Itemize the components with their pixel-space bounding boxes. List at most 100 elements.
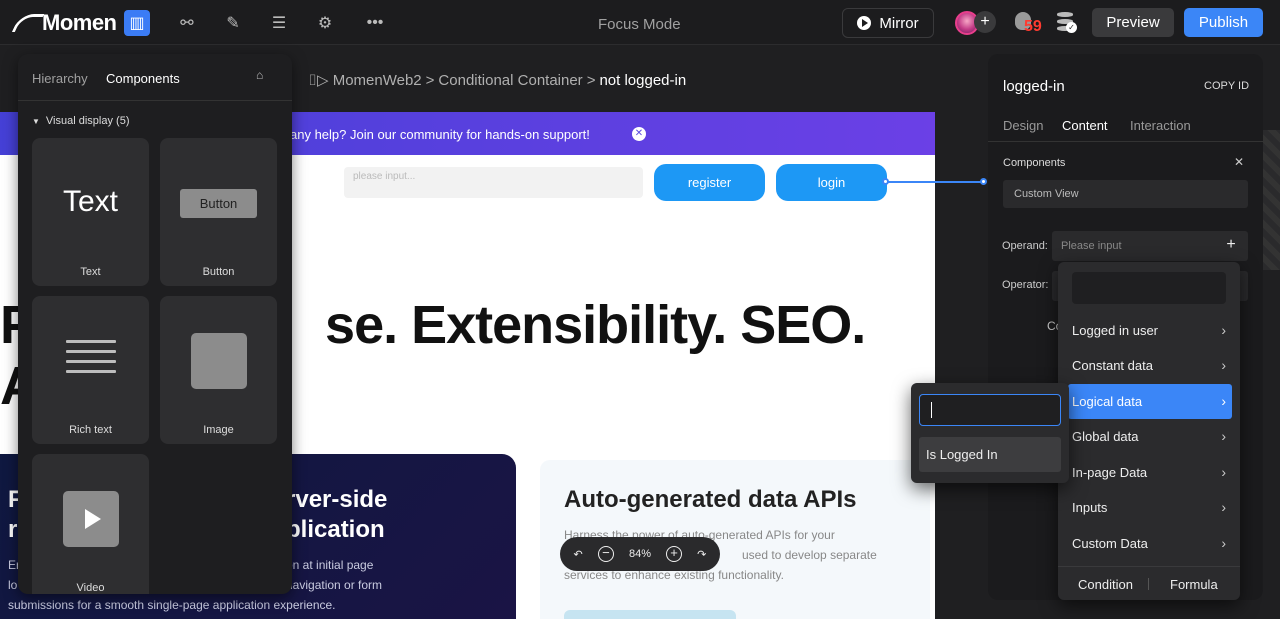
component-image[interactable]: Image <box>160 296 277 444</box>
caret-down-icon: ▼ <box>32 117 40 126</box>
image-icon <box>191 333 247 389</box>
chevron-right-icon: › <box>1221 464 1226 480</box>
card-body: on at initial page <box>286 558 374 572</box>
zoom-out-icon[interactable]: − <box>597 546 614 562</box>
logo-text: Momen <box>42 10 117 35</box>
chevron-right-icon: › <box>1221 357 1226 373</box>
component-label: Rich text <box>69 424 112 436</box>
card-body: submissions for a smooth single-page app… <box>8 598 336 612</box>
preview-button[interactable]: Preview <box>1092 8 1174 37</box>
breadcrumb-current[interactable]: not logged-in <box>599 72 686 89</box>
gear-icon[interactable]: ⚙ <box>312 10 338 36</box>
menu-item-is-logged-in[interactable]: Is Logged In <box>919 437 1061 472</box>
condition-tab[interactable]: Condition <box>1078 577 1133 592</box>
menu-item-logical-data[interactable]: Logical data › <box>1068 384 1232 419</box>
card-title: plication <box>286 516 385 543</box>
button-preview: Button <box>180 189 257 218</box>
add-collaborator-icon[interactable]: + <box>974 11 996 33</box>
copy-id-button[interactable]: COPY ID <box>1204 80 1249 92</box>
logical-data-submenu: Is Logged In <box>911 383 1069 483</box>
binding-connector <box>886 181 984 183</box>
component-button[interactable]: Button Button <box>160 138 277 286</box>
plugin-icon[interactable]: ✎ <box>220 10 246 36</box>
property-tabs: Design Content Interaction <box>988 114 1263 142</box>
text-preview: Text <box>62 185 119 218</box>
logo-swoosh-icon <box>11 14 45 32</box>
menu-item-in-page-data[interactable]: In-page Data › <box>1058 455 1240 490</box>
tab-design[interactable]: Design <box>1003 118 1043 133</box>
check-icon: ✓ <box>1066 22 1077 33</box>
data-icon[interactable]: ☰ <box>266 10 292 36</box>
register-button[interactable]: register <box>654 164 765 201</box>
search-input[interactable]: please input... <box>344 167 643 198</box>
chevron-right-icon: › <box>1221 499 1226 515</box>
chevron-right-icon: › <box>1221 322 1226 338</box>
custom-view-select[interactable]: Custom View <box>1003 180 1248 208</box>
publish-button[interactable]: Publish <box>1184 8 1263 37</box>
component-icon: ⌷▷ <box>308 72 329 89</box>
card-title: r <box>8 516 18 543</box>
connector-start-dot <box>882 178 889 185</box>
components-panel: Hierarchy Components ⌂ ▼ Visual display (… <box>18 54 292 594</box>
chevron-right-icon: › <box>1221 535 1226 551</box>
breadcrumb-item[interactable]: MomenWeb2 <box>333 72 422 89</box>
tab-content[interactable]: Content <box>1062 118 1108 133</box>
add-icon[interactable]: + <box>1224 237 1238 253</box>
menu-item-logged-in-user[interactable]: Logged in user › <box>1058 313 1240 348</box>
menu-item-inputs[interactable]: Inputs › <box>1058 490 1240 525</box>
app-logo[interactable]: Momen <box>11 10 117 36</box>
layout-icon[interactable]: ▥ <box>124 10 150 36</box>
tab-hierarchy[interactable]: Hierarchy <box>32 71 88 86</box>
chevron-right-icon: › <box>1221 428 1226 444</box>
hero-heading-main: se. Extensibility. SEO. <box>325 295 866 355</box>
operand-input[interactable]: Please input <box>1052 231 1248 261</box>
text-caret <box>931 402 932 418</box>
close-icon[interactable]: ✕ <box>632 127 646 141</box>
breadcrumb: ⌷▷ MomenWeb2 > Conditional Container > not l… <box>308 72 687 89</box>
component-text[interactable]: Text Text <box>32 138 149 286</box>
components-label: Components <box>1003 157 1066 169</box>
focus-mode-label[interactable]: Focus Mode <box>598 16 681 33</box>
tab-components[interactable]: Components <box>106 71 180 86</box>
redo-icon[interactable]: ↷ <box>697 548 706 561</box>
component-label: Video <box>76 582 105 594</box>
component-label: Button <box>202 266 235 278</box>
app-root: Momen ▥ ⚯ ✎ ☰ ⚙ ••• Focus Mode Mirror + … <box>0 0 1280 619</box>
component-rich-text[interactable]: Rich text <box>32 296 149 444</box>
top-bar: Momen ▥ ⚯ ✎ ☰ ⚙ ••• Focus Mode Mirror + … <box>0 0 1280 45</box>
chevron-right-icon: › <box>1221 393 1226 409</box>
tree-icon[interactable]: ⚯ <box>174 10 200 36</box>
card-cta-bar[interactable] <box>564 610 736 619</box>
divider <box>1148 578 1149 590</box>
menu-item-global-data[interactable]: Global data › <box>1058 419 1240 454</box>
zoom-level: 84% <box>628 548 651 560</box>
mirror-button[interactable]: Mirror <box>842 8 934 38</box>
card-title: Auto-generated data APIs <box>564 486 857 513</box>
transparency-strip <box>1263 130 1280 270</box>
tab-interaction[interactable]: Interaction <box>1130 118 1191 133</box>
connector-end-dot <box>980 178 987 185</box>
rich-text-icon <box>66 340 116 380</box>
menu-item-constant-data[interactable]: Constant data › <box>1058 348 1240 383</box>
login-button[interactable]: login <box>776 164 887 201</box>
video-icon <box>63 491 119 547</box>
dropdown-search-input[interactable] <box>1072 272 1226 304</box>
component-video[interactable]: Video <box>32 454 149 594</box>
menu-item-custom-data[interactable]: Custom Data › <box>1058 526 1240 561</box>
component-label: Image <box>203 424 234 436</box>
mirror-label: Mirror <box>879 14 919 32</box>
more-icon[interactable]: ••• <box>362 10 388 36</box>
dropdown-footer: Condition Formula <box>1058 566 1240 600</box>
collapse-icon[interactable]: ✕ <box>1234 155 1244 169</box>
breadcrumb-item[interactable]: Conditional Container <box>438 72 582 89</box>
section-header[interactable]: ▼ Visual display (5) <box>32 115 129 127</box>
submenu-search-input[interactable] <box>919 394 1061 426</box>
zoom-in-icon[interactable]: + <box>666 546 683 562</box>
operator-label: Operator: <box>1002 279 1049 291</box>
banner-text: any help? Join our community for hands-o… <box>290 127 590 142</box>
undo-icon[interactable]: ↶ <box>574 548 583 561</box>
card-body: lo <box>8 578 18 592</box>
component-label: Text <box>80 266 101 278</box>
pin-icon[interactable]: ⌂ <box>256 68 270 82</box>
formula-tab[interactable]: Formula <box>1170 577 1218 592</box>
